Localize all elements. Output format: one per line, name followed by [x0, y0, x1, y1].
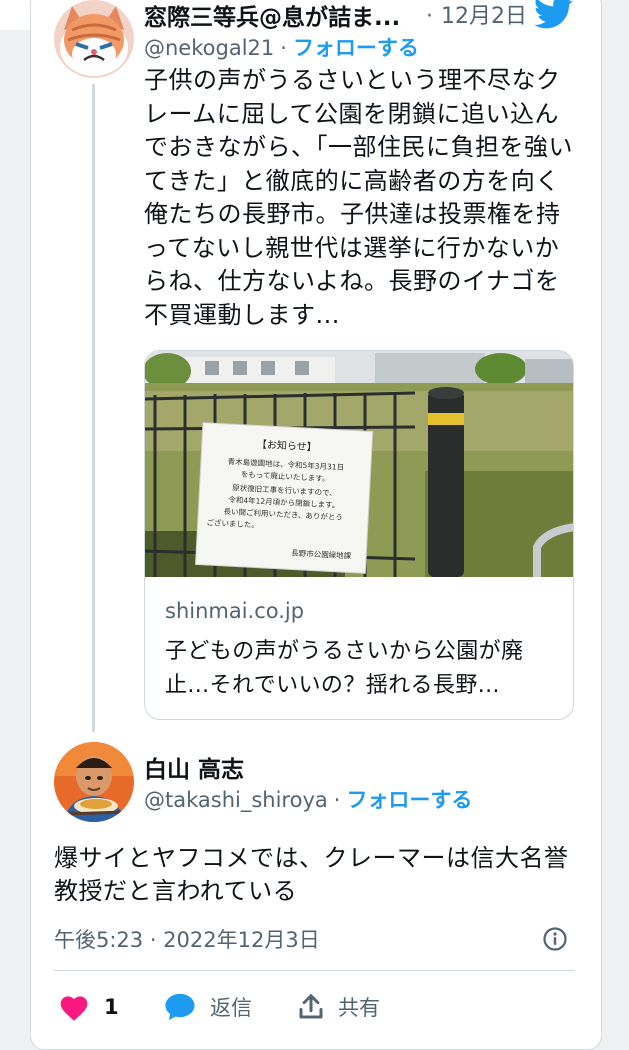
meta-separator: ·: [280, 36, 287, 60]
info-icon[interactable]: [542, 926, 568, 952]
reply-button[interactable]: 返信: [162, 990, 252, 1024]
tweet2-follow-button[interactable]: フォローする: [346, 788, 472, 812]
date-separator: ·: [426, 4, 433, 29]
tweet2-meta: @takashi_shiroya · フォローする: [144, 784, 472, 814]
nekogal21-avatar[interactable]: [54, 0, 134, 78]
tweet1-meta: @nekogal21 · フォローする: [144, 32, 419, 62]
tweet2-handle[interactable]: @takashi_shiroya: [144, 788, 328, 812]
tweet2-timestamp[interactable]: 午後5:23 · 2022年12月3日: [54, 924, 320, 954]
like-button[interactable]: 1: [58, 990, 119, 1024]
tweet1-handle[interactable]: @nekogal21: [144, 36, 274, 60]
tweet1-date[interactable]: 12月2日: [441, 4, 527, 29]
takashi-shiroya-avatar[interactable]: [54, 742, 134, 822]
share-label: 共有: [338, 996, 380, 1020]
tweet1-follow-button[interactable]: フォローする: [293, 36, 419, 60]
twitter-bird-icon: [533, 0, 574, 30]
link-domain: shinmai.co.jp: [165, 599, 305, 623]
link-preview-image: 【お知らせ】 青木島遊園地は、令和5年3月31日 をもって廃止いたします。 原状…: [145, 351, 573, 577]
action-divider: [54, 970, 574, 971]
reply-label: 返信: [210, 996, 252, 1020]
tweet1-date-container: · 12月2日: [426, 0, 535, 30]
share-button[interactable]: 共有: [296, 990, 380, 1024]
tweet2-display-name[interactable]: 白山 高志: [144, 750, 244, 784]
thread-line: [92, 84, 95, 732]
tweet2-text: 爆サイとヤフコメでは、クレーマーは信大名誉教授だと言われている: [54, 844, 569, 905]
meta-separator: ·: [333, 788, 341, 812]
link-title: 子どもの声がうるさいから公園が廃止...それでいいの？揺れる長野...: [165, 639, 524, 698]
corner-mark: [0, 0, 30, 30]
chat-bubble-icon: [165, 993, 195, 1021]
tweet1-text: 子供の声がうるさいという理不尽なクレームに屈して公園を閉鎖に追い込んでおきながら…: [144, 66, 573, 329]
share-icon: [299, 994, 323, 1019]
like-count: 1: [104, 995, 119, 1019]
link-preview-card[interactable]: 【お知らせ】 青木島遊園地は、令和5年3月31日 をもって廃止いたします。 原状…: [144, 350, 574, 720]
tweet1-display-name[interactable]: 窓際三等兵@息が詰ま...: [144, 0, 400, 32]
heart-icon: [60, 996, 88, 1021]
